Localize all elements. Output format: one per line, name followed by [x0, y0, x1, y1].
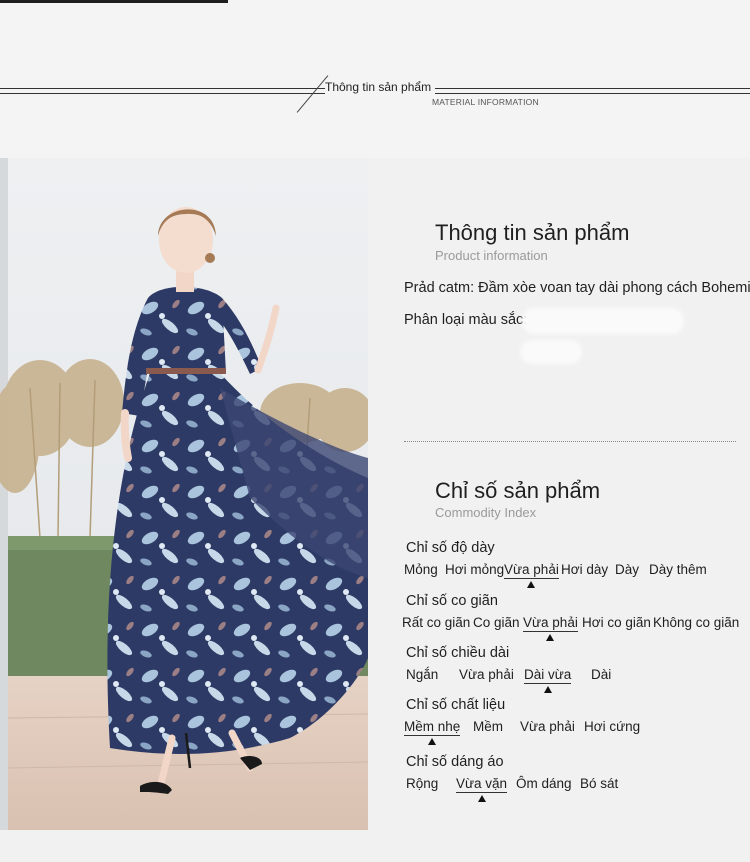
index-option: Mềm	[473, 719, 503, 734]
color-label: Phân loại màu sắc:	[404, 312, 528, 328]
index-option: Ngắn	[406, 667, 439, 682]
index-option: Vừa phải	[459, 667, 514, 682]
index-option-selected: Vừa vặn	[456, 776, 508, 802]
index-label-material: Chỉ số chất liệu	[406, 697, 506, 713]
index-option-selected: Vừa phải	[504, 562, 559, 588]
index-option: Dày	[615, 562, 640, 577]
index-option: Vừa phải	[520, 719, 575, 734]
header-title: Thông tin sản phẩm	[325, 80, 436, 94]
section-divider	[404, 441, 736, 442]
index-option: Co giãn	[473, 615, 520, 630]
index-label-thickness: Chỉ số độ dày	[406, 540, 495, 556]
index-option: Mỏng	[404, 562, 438, 577]
index-option: Hơi mỏng	[445, 562, 505, 577]
product-info-subtitle: Product information	[435, 248, 548, 263]
index-option: Hơi co giãn	[582, 615, 651, 630]
product-photo	[0, 158, 368, 830]
commodity-index-title: Chỉ số sản phẩm	[435, 478, 601, 503]
redacted-color-value-2	[520, 340, 582, 364]
index-option-selected: Mềm nhẹ	[404, 719, 461, 745]
header-band	[0, 0, 750, 158]
commodity-index-subtitle: Commodity Index	[435, 505, 537, 520]
index-option: Hơi dày	[561, 562, 609, 577]
top-accent-bar	[0, 0, 228, 3]
index-option: Dài	[591, 667, 612, 682]
product-info-title: Thông tin sản phẩm	[435, 220, 630, 245]
index-option: Không co giãn	[653, 615, 740, 630]
index-label-elasticity: Chỉ số co giãn	[406, 593, 498, 609]
index-option-selected: Dài vừa	[524, 667, 572, 693]
index-option: Hơi cứng	[584, 719, 641, 734]
index-option: Rộng	[406, 776, 439, 791]
index-label-fit: Chỉ số dáng áo	[406, 754, 504, 770]
product-name-line: Prảd catm: Đầm xòe voan tay dài phong cá…	[404, 280, 750, 296]
index-option: Ôm dáng	[516, 776, 572, 791]
index-option-selected: Vừa phải	[523, 615, 578, 641]
index-option: Dày thêm	[649, 562, 707, 577]
index-option: Rất co giãn	[402, 615, 471, 630]
index-label-length: Chỉ số chiều dài	[406, 645, 510, 661]
index-option: Bó sát	[580, 776, 619, 791]
redacted-color-value	[522, 308, 684, 334]
header-subtitle: MATERIAL INFORMATION	[432, 97, 539, 107]
